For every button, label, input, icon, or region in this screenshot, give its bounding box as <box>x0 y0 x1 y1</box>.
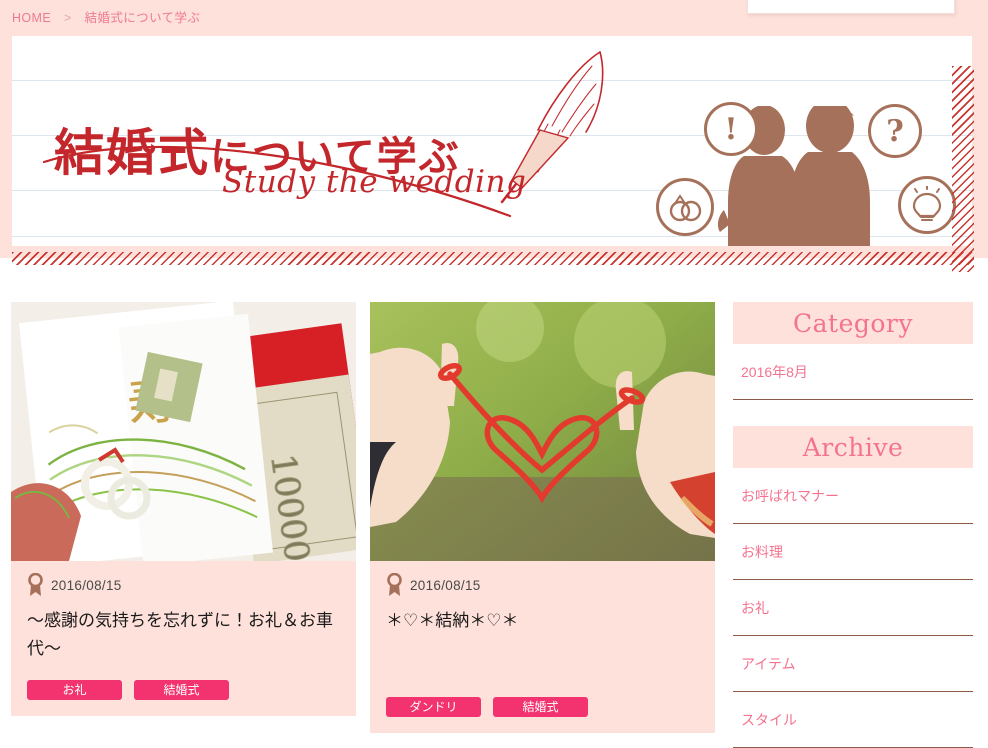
ribbon-rosette-icon <box>387 573 402 596</box>
exclamation-icon: ! <box>704 102 758 156</box>
top-bar: HOME > 結婚式について学ぶ <box>0 0 988 30</box>
lightbulb-icon <box>898 176 956 234</box>
sidebar-archive-heading: Archive <box>733 426 973 468</box>
article-title[interactable]: 〜感謝の気持ちを忘れずに！お礼＆お車代〜 <box>27 607 340 662</box>
article-tag[interactable]: 結婚式 <box>134 680 229 701</box>
article-body: 2016/08/15 〜感謝の気持ちを忘れずに！お礼＆お車代〜 お礼 結婚式 <box>11 561 356 716</box>
hero-banner-area: 結婚式について学ぶ Study the wedding ! ? <box>0 30 988 272</box>
ribbon-rosette-icon <box>28 573 43 596</box>
breadcrumb-separator-icon: > <box>63 11 72 25</box>
sidebar-item-archive[interactable]: アイテム <box>733 636 973 692</box>
sidebar-item-category[interactable]: 2016年8月 <box>733 344 973 400</box>
main-content: 10000 寿 <box>0 258 988 748</box>
sidebar-category-list: 2016年8月 <box>733 344 973 400</box>
article-body: 2016/08/15 ＊♡＊結納＊♡＊ ダンドリ 結婚式 <box>370 561 715 733</box>
article-date: 2016/08/15 <box>410 577 481 593</box>
hero-hatch-border-right <box>952 66 974 272</box>
hero-banner: 結婚式について学ぶ Study the wedding ! ? <box>12 36 972 246</box>
sidebar-item-archive[interactable]: お料理 <box>733 524 973 580</box>
sidebar: Category 2016年8月 Archive お呼ばれマナー お料理 お礼 … <box>733 302 973 748</box>
article-card[interactable]: 10000 寿 <box>11 302 356 717</box>
article-date: 2016/08/15 <box>51 577 122 593</box>
article-tag-list: ダンドリ 結婚式 <box>386 696 699 717</box>
sidebar-item-archive[interactable]: お礼 <box>733 580 973 636</box>
article-meta: 2016/08/15 <box>386 573 699 597</box>
article-thumbnail[interactable]: 10000 寿 <box>11 302 356 561</box>
breadcrumb-current: 結婚式について学ぶ <box>84 11 201 25</box>
sidebar-category-heading: Category <box>733 302 973 344</box>
article-meta: 2016/08/15 <box>27 573 340 597</box>
hero-title-english: Study the wedding <box>222 164 527 200</box>
search-box[interactable] <box>747 0 955 14</box>
search-input[interactable] <box>748 0 954 13</box>
wedding-rings-icon <box>656 178 714 236</box>
hero-title-strong: 結婚式 <box>54 122 210 182</box>
article-tag[interactable]: お礼 <box>27 680 122 701</box>
sidebar-archive-list: お呼ばれマナー お料理 お礼 アイテム スタイル <box>733 468 973 748</box>
article-tag[interactable]: 結婚式 <box>493 696 588 717</box>
sidebar-item-archive[interactable]: お呼ばれマナー <box>733 468 973 524</box>
article-card[interactable]: 2016/08/15 ＊♡＊結納＊♡＊ ダンドリ 結婚式 <box>370 302 715 733</box>
article-tag-list: お礼 結婚式 <box>27 680 340 701</box>
breadcrumb: HOME > 結婚式について学ぶ <box>12 7 200 26</box>
question-icon: ? <box>868 104 922 158</box>
article-thumbnail[interactable] <box>370 302 715 561</box>
sidebar-item-archive[interactable]: スタイル <box>733 692 973 748</box>
article-title[interactable]: ＊♡＊結納＊♡＊ <box>386 607 699 635</box>
breadcrumb-home-link[interactable]: HOME <box>12 11 51 25</box>
article-tag[interactable]: ダンドリ <box>386 696 481 717</box>
